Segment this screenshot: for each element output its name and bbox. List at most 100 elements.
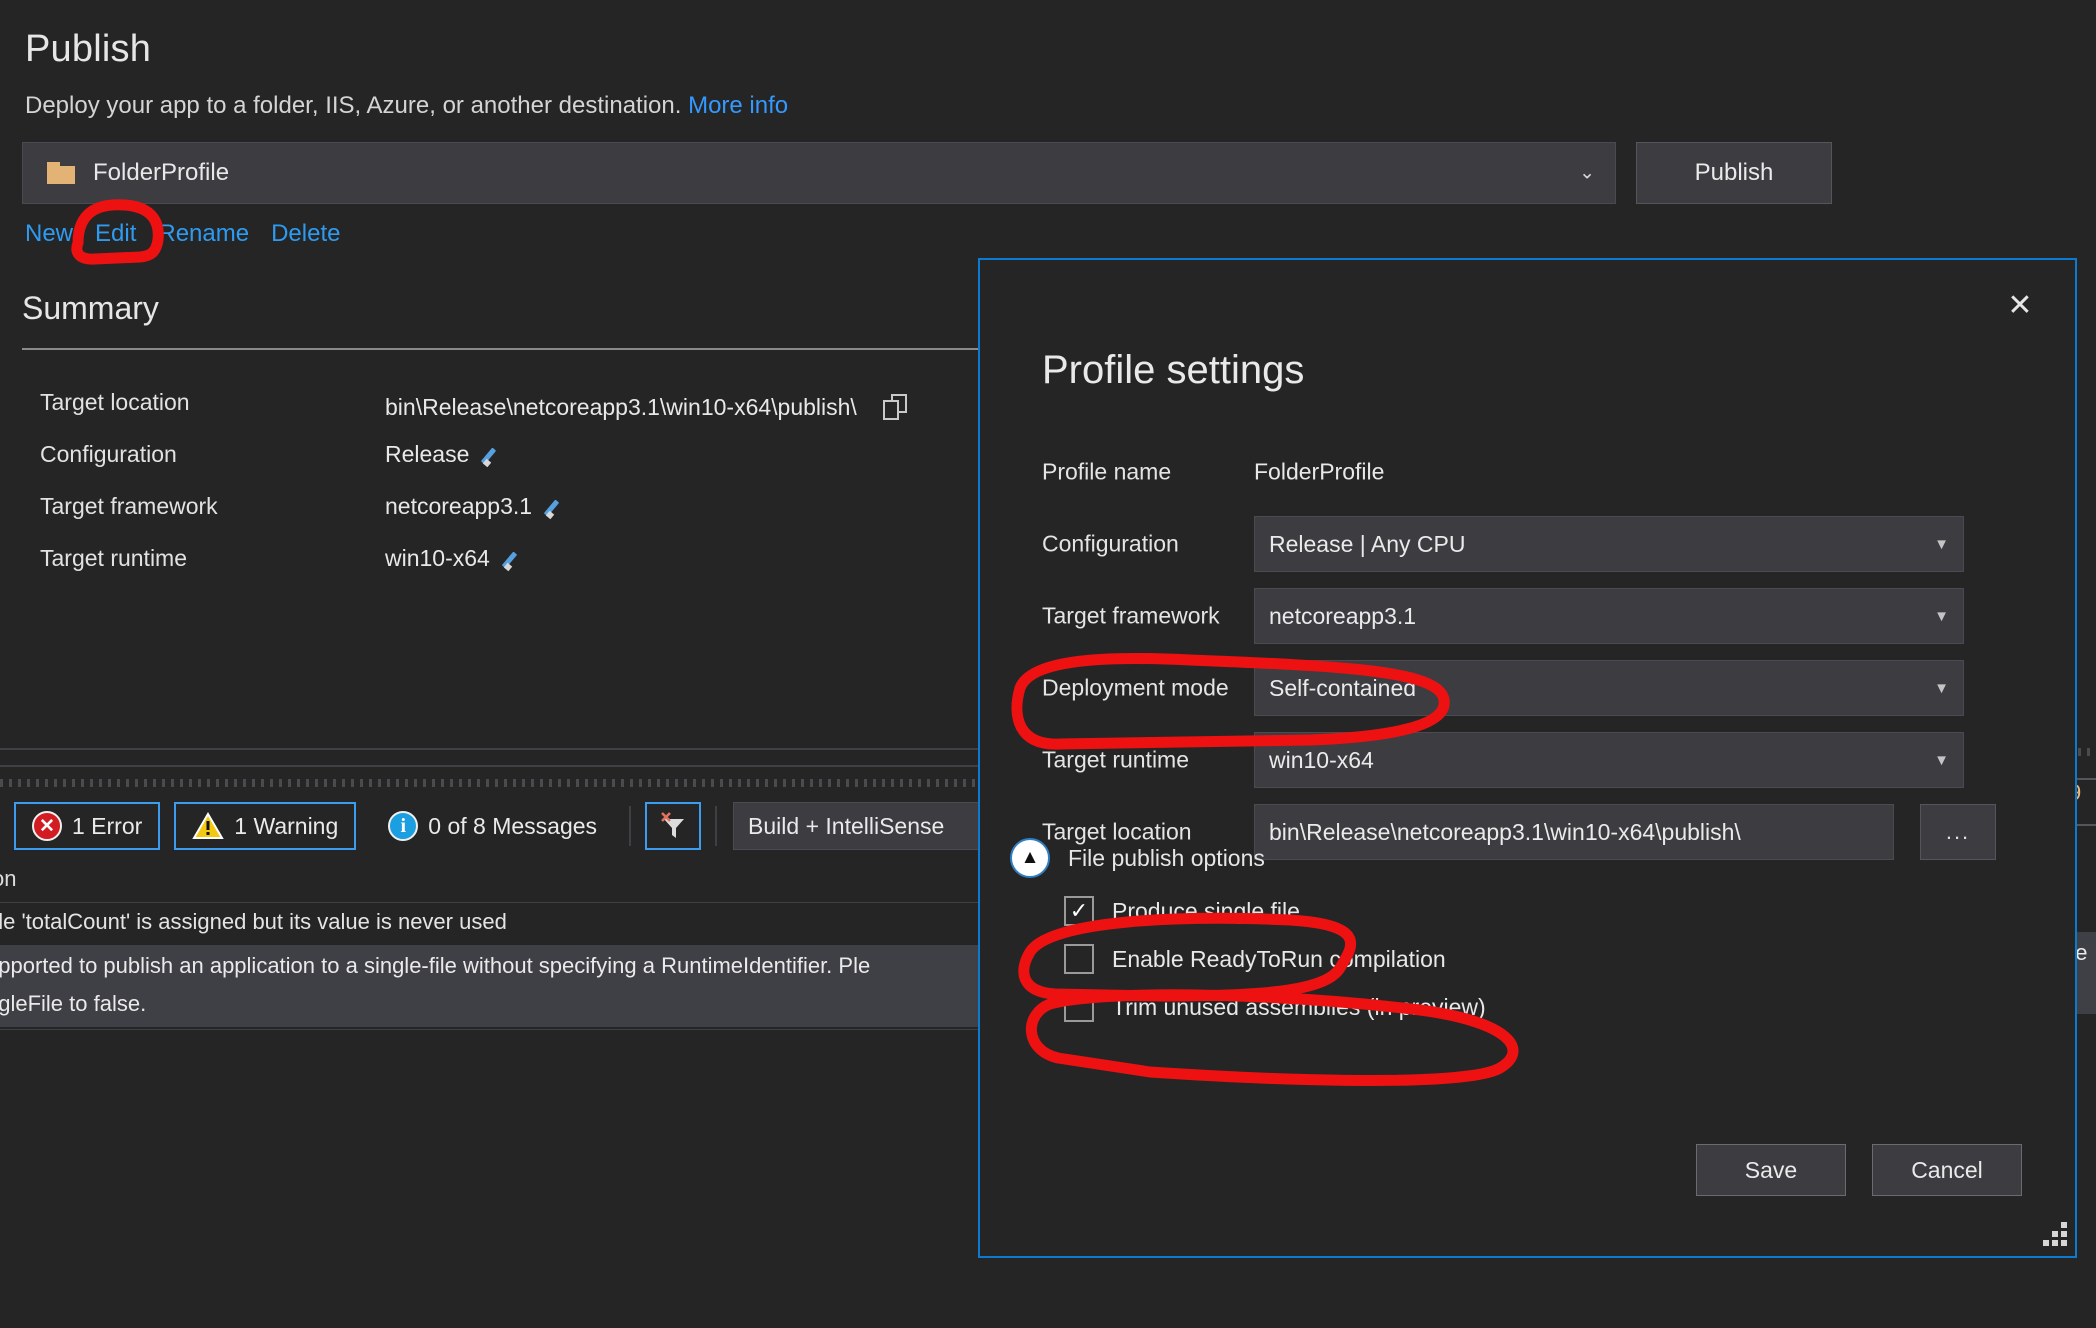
pencil-icon[interactable]	[546, 497, 566, 517]
folder-icon	[47, 162, 75, 184]
message-filter-button[interactable]: i 0 of 8 Messages	[370, 802, 616, 850]
delete-profile-link[interactable]: Delete	[271, 220, 340, 248]
clear-filter-button[interactable]	[645, 802, 702, 850]
target-runtime-select[interactable]: win10-x64 ▼	[1254, 732, 1964, 788]
chevron-down-icon: ▼	[1934, 535, 1949, 553]
resize-grip[interactable]	[2041, 1222, 2067, 1248]
summary-label: Target runtime	[40, 545, 188, 571]
pencil-icon[interactable]	[483, 445, 503, 465]
file-publish-options-title: File publish options	[1068, 844, 1265, 871]
more-info-link[interactable]: More info	[688, 92, 788, 119]
background-sliver: 9 de	[2077, 740, 2096, 1040]
field-label: Deployment mode	[1042, 674, 1229, 701]
summary-label: Target location	[40, 389, 190, 415]
cancel-button[interactable]: Cancel	[1872, 1144, 2022, 1196]
error-row-text-line1: upported to publish an application to a …	[0, 953, 871, 978]
message-count-label: 0 of 8 Messages	[428, 812, 598, 839]
error-count-label: 1 Error	[72, 812, 143, 839]
field-deployment-mode: Deployment mode Self-contained ▼	[1042, 652, 2017, 724]
option-label: Trim unused assemblies (in preview)	[1112, 993, 1486, 1020]
field-profile-name: Profile name FolderProfile	[1042, 436, 2017, 508]
deployment-mode-value: Self-contained	[1269, 674, 1417, 701]
info-icon: i	[388, 811, 419, 841]
toolbar-separator	[629, 806, 632, 846]
summary-value: netcoreapp3.1	[385, 493, 566, 520]
deployment-mode-select[interactable]: Self-contained ▼	[1254, 660, 1964, 716]
target-runtime-value: win10-x64	[1269, 746, 1374, 773]
new-profile-link[interactable]: New	[25, 220, 73, 248]
option-label: Produce single file	[1112, 897, 1300, 924]
pencil-icon[interactable]	[504, 549, 524, 569]
warning-count-label: 1 Warning	[234, 812, 339, 839]
profile-row: FolderProfile ⌄ Publish	[22, 142, 1832, 204]
chevron-down-icon: ▼	[1934, 751, 1949, 769]
summary-value-text: netcoreapp3.1	[385, 493, 533, 519]
target-framework-select[interactable]: netcoreapp3.1 ▼	[1254, 588, 1964, 644]
summary-value: win10-x64	[385, 545, 524, 572]
edit-profile-link[interactable]: Edit	[95, 220, 136, 248]
field-label: Target runtime	[1042, 746, 1190, 773]
chevron-up-icon[interactable]: ▲	[1010, 838, 1050, 878]
field-target-framework: Target framework netcoreapp3.1 ▼	[1042, 580, 2017, 652]
profile-actions: New Edit Rename Delete	[25, 220, 340, 248]
chevron-down-icon: ▼	[1934, 679, 1949, 697]
page-subtitle: Deploy your app to a folder, IIS, Azure,…	[25, 92, 788, 120]
file-publish-options: ▲ File publish options ✓ Produce single …	[1010, 838, 2010, 1022]
chevron-down-icon: ⌄	[1579, 162, 1595, 184]
partial-toolbar-button: 9	[2077, 778, 2096, 826]
summary-value: Release	[385, 441, 503, 468]
error-row-text: ble 'totalCount' is assigned but its val…	[0, 909, 507, 934]
field-label: Configuration	[1042, 530, 1179, 557]
field-target-runtime: Target runtime win10-x64 ▼	[1042, 724, 2017, 796]
error-row-text-line2: ngleFile to false.	[0, 991, 147, 1016]
checkbox[interactable]	[1064, 992, 1094, 1022]
error-filter-button[interactable]: ✕ 1 Error	[14, 802, 161, 850]
configuration-select[interactable]: Release | Any CPU ▼	[1254, 516, 1964, 572]
field-configuration: Configuration Release | Any CPU ▼	[1042, 508, 2017, 580]
dialog-title: Profile settings	[1042, 348, 1305, 392]
build-scope-select[interactable]: Build + IntelliSense ▼	[733, 802, 1020, 850]
save-button[interactable]: Save	[1696, 1144, 1846, 1196]
option-trim-unused-assemblies[interactable]: Trim unused assemblies (in preview)	[1064, 992, 2010, 1022]
warning-icon	[192, 812, 225, 840]
checkbox[interactable]	[1064, 944, 1094, 974]
summary-value-text: Release	[385, 441, 470, 467]
profile-select[interactable]: FolderProfile ⌄	[22, 142, 1616, 204]
summary-label: Configuration	[40, 441, 177, 467]
warning-filter-button[interactable]: 1 Warning	[174, 802, 357, 850]
page-subtitle-text: Deploy your app to a folder, IIS, Azure,…	[25, 92, 682, 119]
publish-button[interactable]: Publish	[1636, 142, 1832, 204]
checkbox[interactable]: ✓	[1064, 896, 1094, 926]
profile-select-value: FolderProfile	[93, 159, 230, 186]
close-icon[interactable]: ✕	[1997, 282, 2043, 328]
clear-filter-icon	[661, 812, 685, 838]
option-produce-single-file[interactable]: ✓ Produce single file	[1064, 896, 2010, 926]
field-label: Target framework	[1042, 602, 1220, 629]
profile-name-value: FolderProfile	[1254, 458, 1385, 485]
summary-heading: Summary	[22, 290, 159, 326]
summary-label: Target framework	[40, 493, 218, 519]
option-label: Enable ReadyToRun compilation	[1112, 945, 1446, 972]
profile-settings-form: Profile name FolderProfile Configuration…	[1042, 436, 2017, 868]
chevron-down-icon: ▼	[1934, 607, 1949, 625]
profile-settings-dialog: ✕ Profile settings Profile name FolderPr…	[978, 258, 2077, 1258]
error-list-header-text: on	[0, 866, 17, 891]
option-enable-readytorun[interactable]: Enable ReadyToRun compilation	[1064, 944, 2010, 974]
build-scope-value: Build + IntelliSense	[748, 812, 945, 839]
partial-error-text: de	[2077, 940, 2088, 965]
screen: Publish Deploy your app to a folder, IIS…	[0, 0, 2096, 1328]
panel-drag-handle	[2077, 748, 2096, 756]
toolbar-separator	[715, 806, 718, 846]
summary-value-text: bin\Release\netcoreapp3.1\win10-x64\publ…	[385, 394, 857, 420]
configuration-value: Release | Any CPU	[1269, 530, 1466, 557]
error-icon: ✕	[32, 811, 62, 841]
file-publish-options-header[interactable]: ▲ File publish options	[1010, 838, 2010, 878]
target-framework-value: netcoreapp3.1	[1269, 602, 1417, 629]
copy-icon[interactable]	[882, 394, 909, 420]
rename-profile-link[interactable]: Rename	[158, 220, 249, 248]
summary-value-text: win10-x64	[385, 545, 490, 571]
page-title: Publish	[25, 28, 152, 70]
summary-value: bin\Release\netcoreapp3.1\win10-x64\publ…	[385, 389, 909, 421]
field-label: Profile name	[1042, 458, 1172, 485]
partial-error-row: de	[2077, 932, 2096, 1014]
